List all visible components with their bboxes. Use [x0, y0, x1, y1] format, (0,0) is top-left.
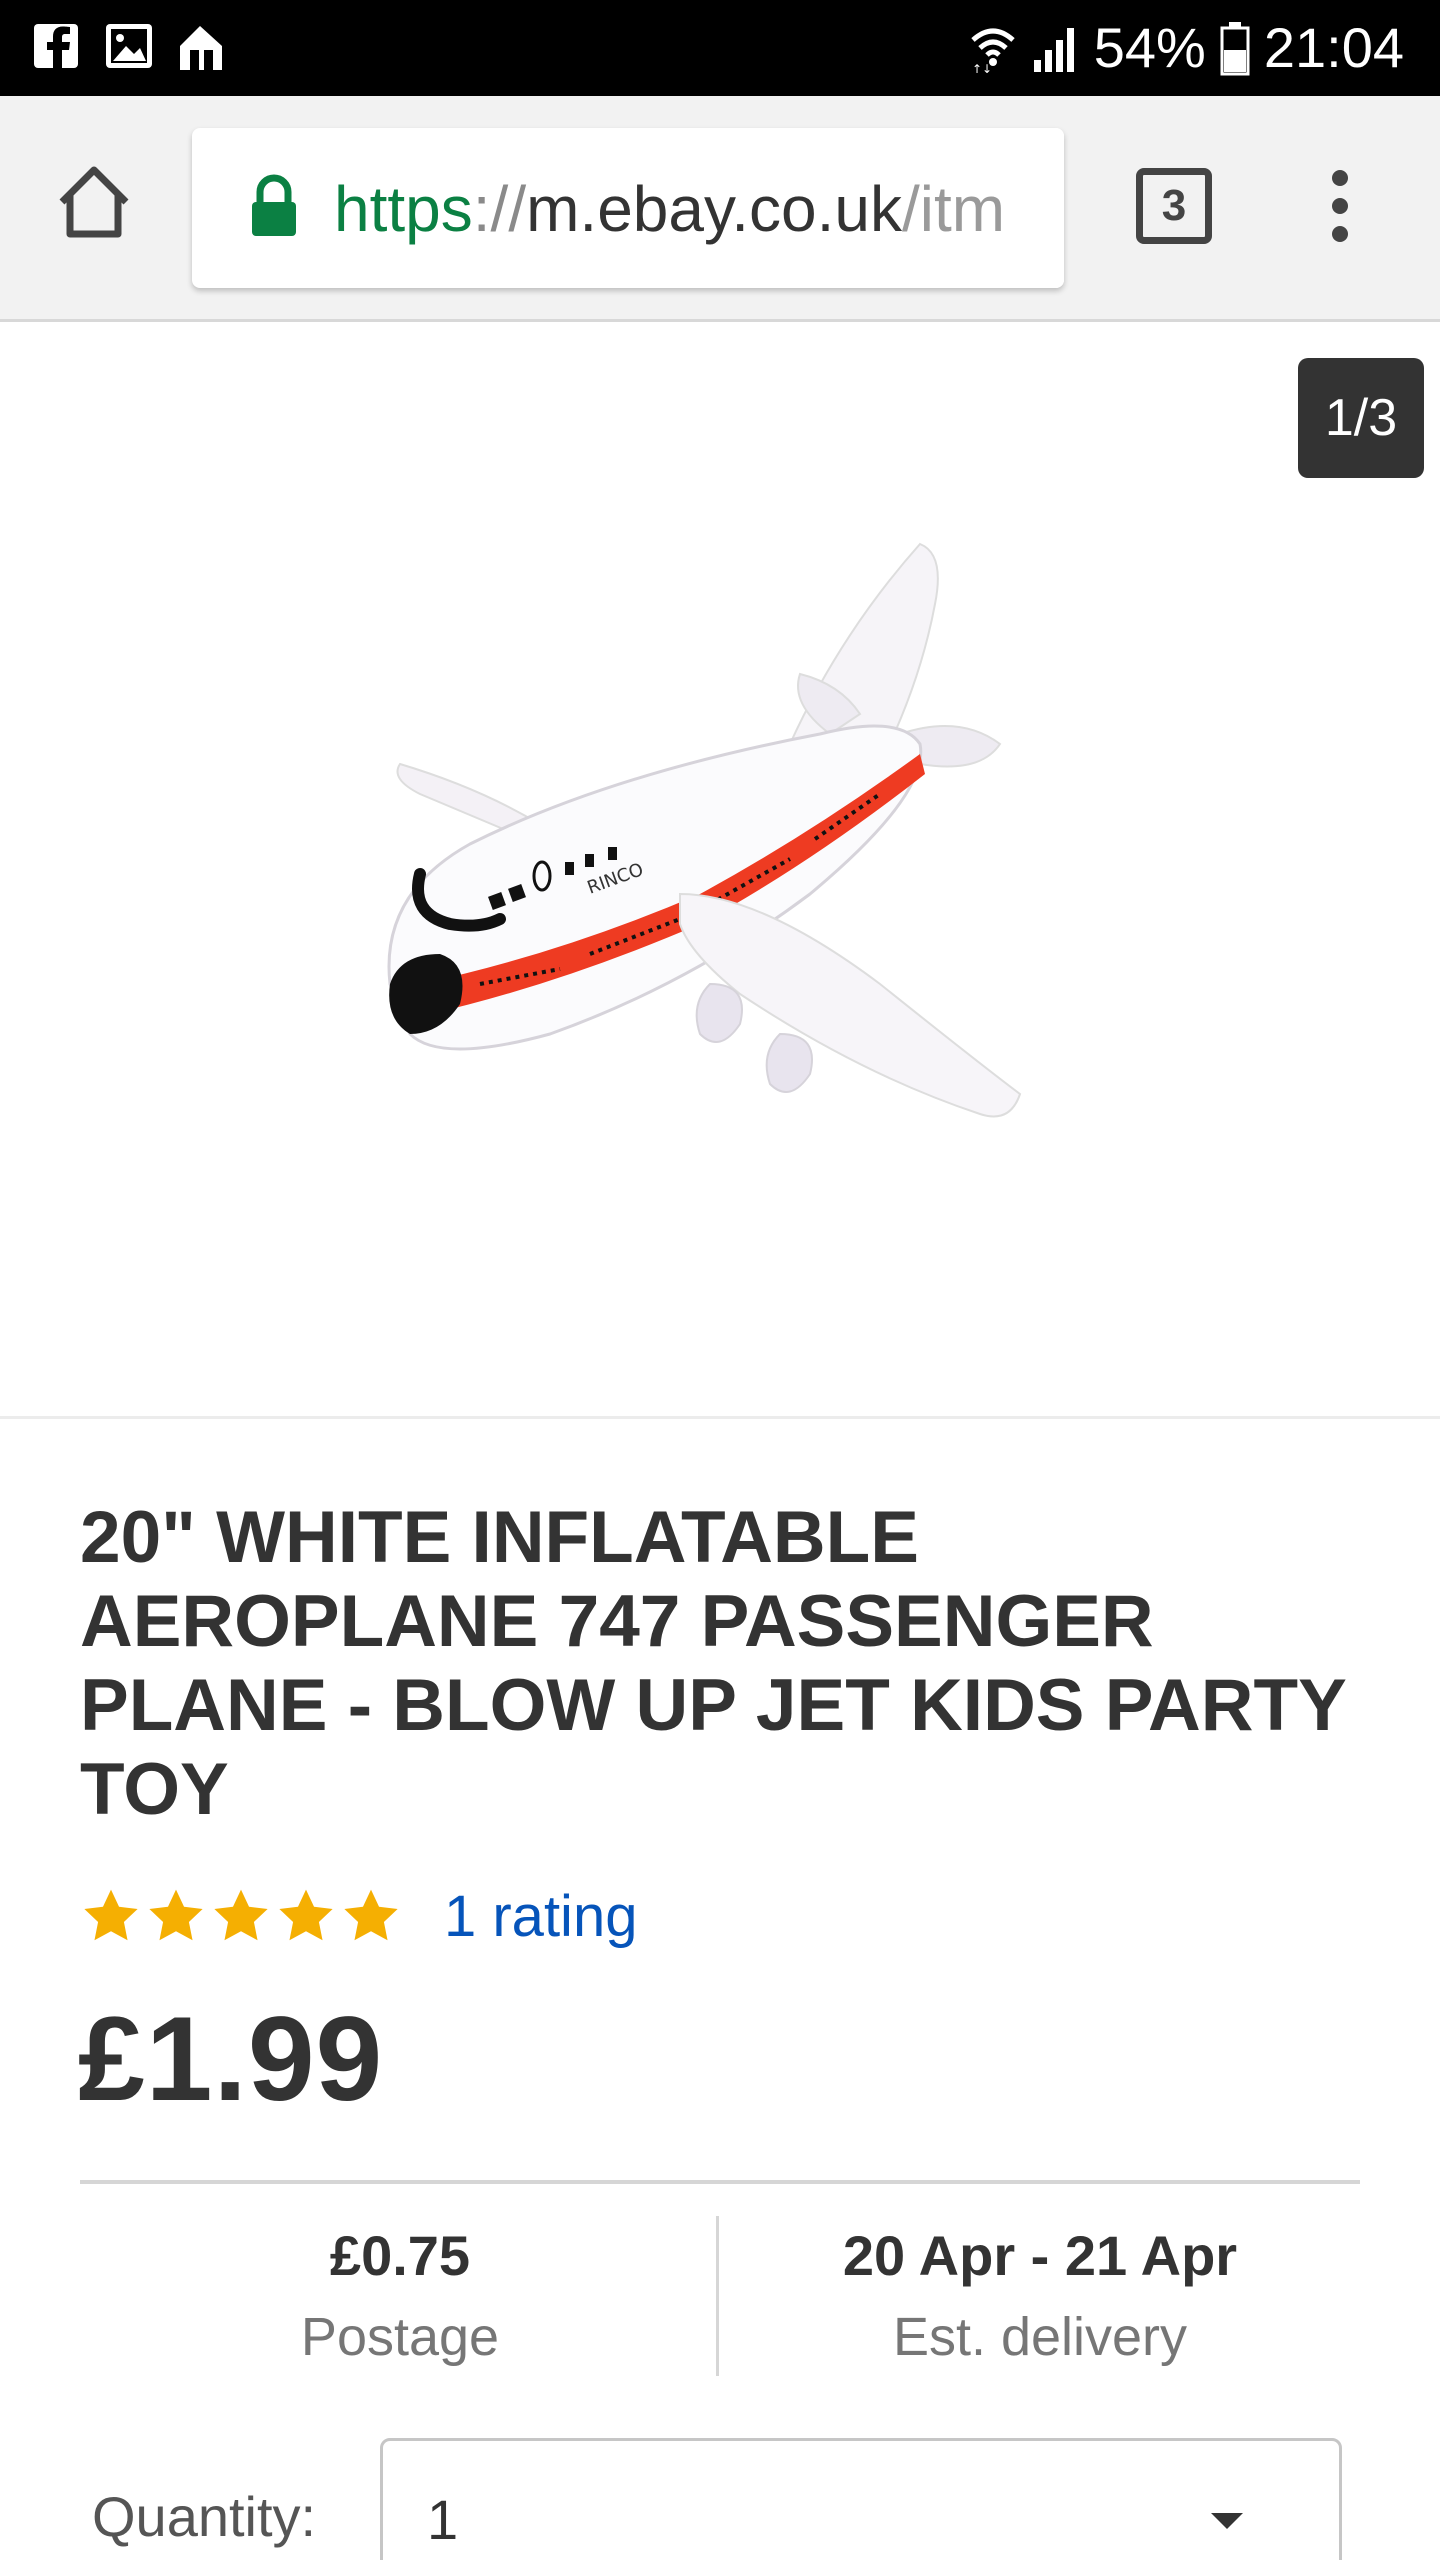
notification-icons	[32, 20, 226, 72]
postage-label: Postage	[300, 2307, 500, 2367]
quantity-value: 1	[427, 2488, 459, 2551]
url-path: /itm	[901, 173, 1006, 245]
star-icon	[84, 1889, 138, 1941]
image-counter: 1/3	[1298, 358, 1424, 478]
delivery-value: 20 Apr - 21 Apr	[842, 2224, 1238, 2287]
postage-value: £0.75	[329, 2224, 471, 2287]
url-separator: ://	[472, 173, 527, 245]
chevron-down-icon	[1211, 2513, 1243, 2529]
browser-toolbar: https://m.ebay.co.uk/itm 3	[0, 96, 1440, 322]
divider	[80, 2180, 1360, 2184]
signal-icon	[1033, 28, 1074, 72]
star-icon	[279, 1889, 333, 1941]
url-text: https://m.ebay.co.uk/itm	[334, 172, 1005, 246]
status-bar: ↑↓ 54% 21:04	[0, 0, 1440, 96]
image-gallery[interactable]: 1/3 RINCO	[0, 334, 1440, 1419]
url-scheme: https	[334, 173, 473, 245]
lock-icon	[252, 174, 296, 236]
tabs-icon[interactable]: 3	[1136, 168, 1212, 244]
postage-info: £0.75 Postage	[100, 2220, 700, 2382]
price: £1.99	[78, 1992, 384, 2126]
url-host: m.ebay.co.uk	[526, 173, 902, 245]
product-image[interactable]: RINCO	[360, 514, 1120, 1194]
gallery-icon	[106, 24, 152, 68]
quantity-label: Quantity:	[92, 2485, 317, 2548]
quantity-select[interactable]: 1	[380, 2438, 1342, 2560]
column-divider	[716, 2216, 719, 2376]
delivery-label: Est. delivery	[892, 2307, 1188, 2367]
star-icon	[344, 1889, 398, 1941]
star-icon	[214, 1889, 268, 1941]
url-fade	[1004, 128, 1064, 288]
wifi-icon: ↑↓	[971, 28, 1015, 74]
rating-link[interactable]: 1 rating	[444, 1883, 637, 1950]
facebook-icon	[34, 24, 78, 68]
delivery-info: 20 Apr - 21 Apr Est. delivery	[740, 2220, 1340, 2382]
svg-text:↑↓: ↑↓	[972, 62, 992, 74]
product-title: 20" WHITE INFLATABLE AEROPLANE 747 PASSE…	[80, 1497, 1346, 1830]
more-vert-icon[interactable]	[1320, 166, 1360, 246]
system-indicators: ↑↓ 54% 21:04	[970, 14, 1404, 82]
star-rating	[80, 1885, 402, 1947]
home-app-icon	[180, 26, 222, 70]
battery-percent: 54%	[1093, 16, 1206, 79]
battery-icon	[1220, 22, 1250, 76]
star-icon	[149, 1889, 203, 1941]
home-icon[interactable]	[52, 160, 136, 244]
clock: 21:04	[1263, 16, 1404, 79]
address-bar[interactable]: https://m.ebay.co.uk/itm	[192, 128, 1064, 288]
rating-row: 1 rating	[80, 1880, 637, 1952]
